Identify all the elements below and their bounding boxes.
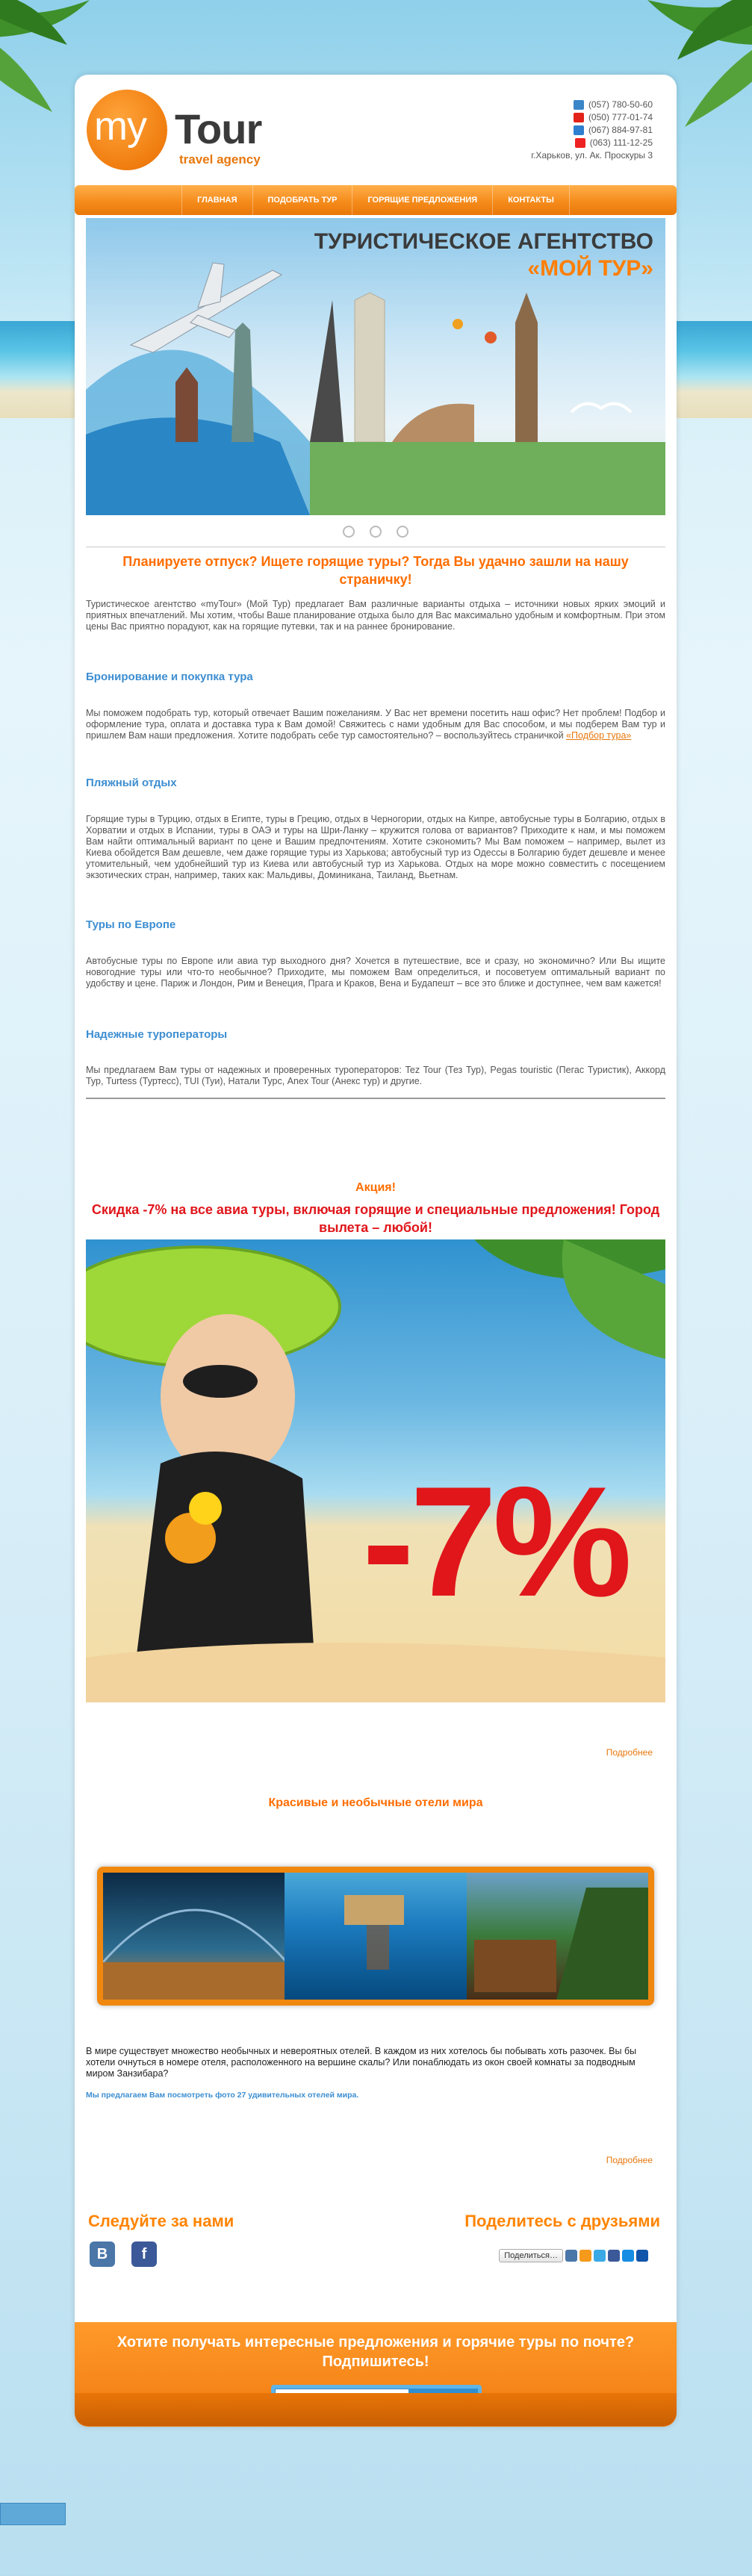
share-button[interactable]: Поделиться… <box>499 2249 563 2262</box>
hotel-underwater-illustration <box>344 1895 405 1970</box>
lj-share-icon[interactable] <box>636 2250 648 2262</box>
facebook-icon[interactable]: f <box>131 2241 157 2267</box>
footer-band <box>75 2393 677 2426</box>
logo-subtitle: travel agency <box>179 152 261 167</box>
promo-title: Скидка -7% на все авиа туры, включая гор… <box>91 1202 660 1235</box>
hotel-cliff-illustration <box>473 1888 648 2000</box>
intro-text: Туристическое агентство «myTour» (Мой Ту… <box>86 599 665 632</box>
slider-dots <box>75 526 677 541</box>
nav-item-find-tour[interactable]: ПОДОБРАТЬ ТУР <box>253 185 353 215</box>
hotel-photo[interactable] <box>103 1873 285 2000</box>
slider-dot[interactable] <box>370 526 382 538</box>
phone-number: (057) 780-50-60 <box>588 99 653 110</box>
section-text-booking: Мы поможем подобрать тур, который отвеча… <box>86 708 665 741</box>
promo-percent: -7% <box>362 1454 632 1629</box>
mail-share-icon[interactable] <box>622 2250 634 2262</box>
phone-row: (057) 780-50-60 <box>459 99 653 111</box>
logo-my: my <box>94 104 147 149</box>
section-text-beach: Горящие туры в Турцию, отдых в Египте, т… <box>86 814 665 880</box>
facebook-share-icon[interactable] <box>608 2250 620 2262</box>
phone-icon <box>573 100 584 110</box>
odnoklassniki-share-icon[interactable] <box>579 2250 591 2262</box>
hero-slider[interactable]: ТУРИСТИЧЕСКОЕ АГЕНТСТВО «МОЙ ТУР» <box>86 218 665 515</box>
nav-item-home[interactable]: ГЛАВНАЯ <box>181 185 253 215</box>
mts-icon <box>573 113 584 122</box>
slider-title-line2: «МОЙ ТУР» <box>527 256 653 281</box>
slider-dot[interactable] <box>343 526 355 538</box>
phone-row: (063) 111-12-25 <box>459 137 653 149</box>
logo[interactable]: my Tour travel agency <box>87 90 296 172</box>
share-title: Поделитесь с друзьями <box>464 2212 660 2230</box>
phone-number: (063) 111-12-25 <box>589 137 653 148</box>
phone-row: (050) 777-01-74 <box>459 111 653 124</box>
address: г.Харьков, ул. Ак. Проскуры 3 <box>459 149 653 162</box>
hotel-photo[interactable] <box>466 1873 648 2000</box>
logo-tour: Tour <box>175 105 262 152</box>
vk-share-icon[interactable] <box>565 2250 577 2262</box>
slider-title-line1: ТУРИСТИЧЕСКОЕ АГЕНТСТВО <box>314 229 653 254</box>
hotel-photo[interactable] <box>285 1873 467 2000</box>
phone-row: (067) 884-97-81 <box>459 124 653 137</box>
divider <box>86 1098 665 1099</box>
section-heading-booking: Бронирование и покупка тура <box>86 671 253 683</box>
hotel-dome-illustration <box>103 1908 285 2000</box>
section-text-europe: Автобусные туры по Европе или авиа тур в… <box>86 956 665 989</box>
find-tour-link[interactable]: «Подбор тура» <box>566 730 631 741</box>
intro-title: Планируете отпуск? Ищете горящие туры? Т… <box>122 554 629 587</box>
kyivstar-icon <box>573 125 584 135</box>
section-heading-operators: Надежные туроператоры <box>86 1028 228 1041</box>
page-container: my Tour travel agency (057) 780-50-60 (0… <box>75 75 677 2427</box>
twitter-share-icon[interactable] <box>594 2250 606 2262</box>
vk-icon[interactable]: B <box>90 2241 115 2267</box>
phone-number: (067) 884-97-81 <box>588 125 653 135</box>
share-bar: Поделиться… <box>499 2249 648 2262</box>
contacts-block: (057) 780-50-60 (050) 777-01-74 (067) 88… <box>459 99 653 162</box>
hotels-title: Красивые и необычные отели мира <box>268 1796 483 1809</box>
promo-more-link[interactable]: Подробнее <box>606 1747 653 1758</box>
nav-item-hot-offers[interactable]: ГОРЯЩИЕ ПРЕДЛОЖЕНИЯ <box>352 185 494 215</box>
slider-dot[interactable] <box>397 526 408 538</box>
subscribe-title: Хотите получать интересные предложения и… <box>116 2334 635 2370</box>
section-heading-beach: Пляжный отдых <box>86 777 177 789</box>
phone-number: (050) 777-01-74 <box>588 112 653 122</box>
section-heading-europe: Туры по Европе <box>86 918 176 931</box>
section-text-operators: Мы предлагаем Вам туры от надежных и про… <box>86 1065 665 1086</box>
hotels-gallery[interactable] <box>97 1867 654 2006</box>
follow-title: Следуйте за нами <box>88 2212 234 2230</box>
hotels-link[interactable]: Мы предлагаем Вам посмотреть фото 27 уди… <box>86 2091 358 2100</box>
life-icon <box>574 138 585 148</box>
slider-title: ТУРИСТИЧЕСКОЕ АГЕНТСТВО «МОЙ ТУР» <box>314 228 653 282</box>
promo-tag: Акция! <box>355 1181 396 1194</box>
main-nav: ГЛАВНАЯ ПОДОБРАТЬ ТУР ГОРЯЩИЕ ПРЕДЛОЖЕНИ… <box>75 185 677 215</box>
hotels-more-link[interactable]: Подробнее <box>606 2155 653 2165</box>
nav-item-contacts[interactable]: КОНТАКТЫ <box>493 185 570 215</box>
hotels-text: В мире существует множество необычных и … <box>86 2046 637 2079</box>
corner-widget[interactable] <box>0 2503 66 2525</box>
address-text: г.Харьков, ул. Ак. Проскуры 3 <box>531 150 653 161</box>
promo-banner[interactable]: -7% <box>86 1239 665 1702</box>
